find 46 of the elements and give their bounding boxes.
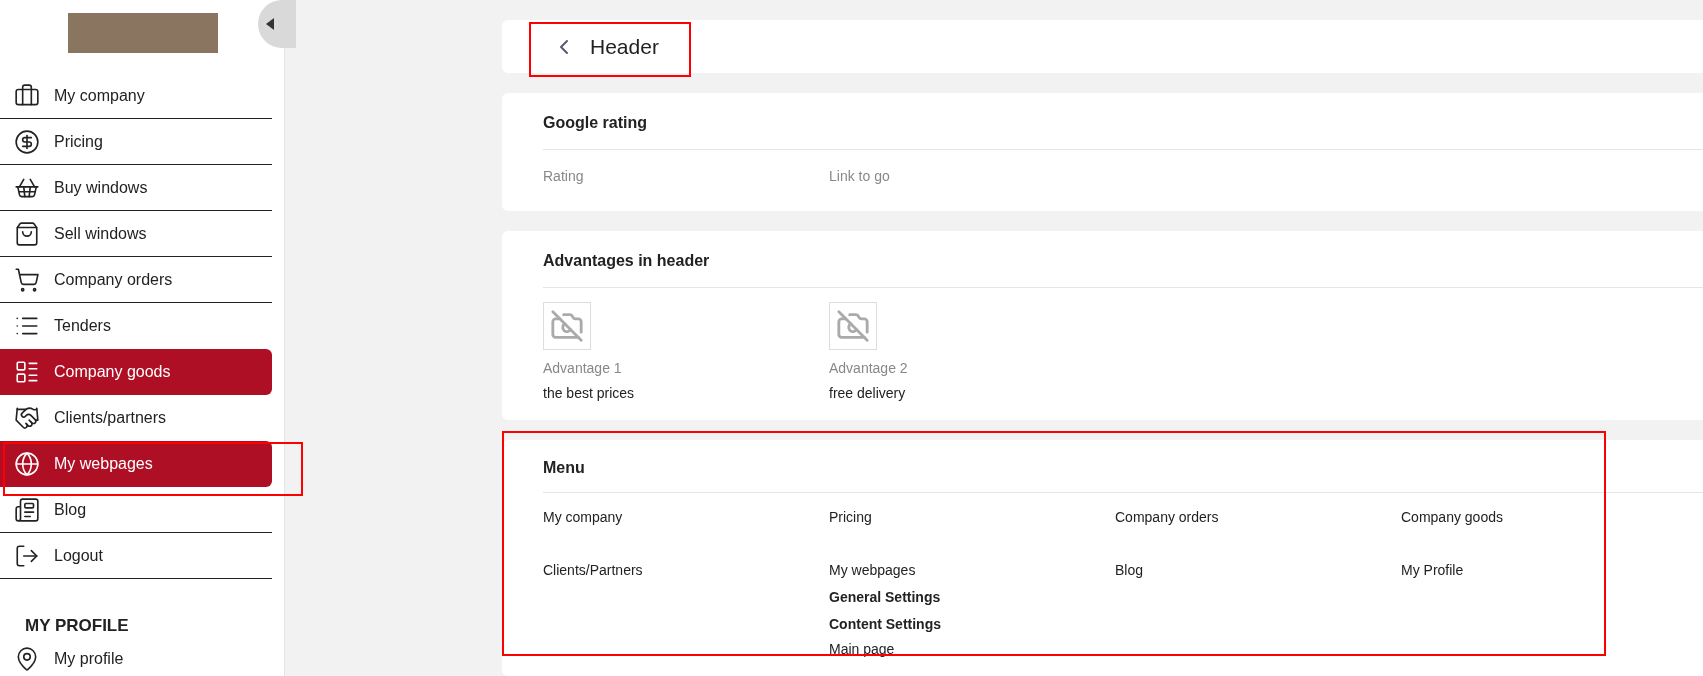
globe-icon bbox=[14, 451, 40, 477]
menu-link[interactable]: Pricing bbox=[829, 507, 1115, 528]
card-title: Advantages in header bbox=[543, 249, 1703, 288]
sidebar-item[interactable]: Company orders bbox=[0, 257, 272, 303]
dollar-icon bbox=[14, 128, 40, 155]
caret-left-icon bbox=[266, 18, 274, 30]
menu-heading: Content Settings bbox=[829, 615, 942, 634]
section-heading: MY PROFILE bbox=[25, 615, 130, 637]
sidebar-item[interactable]: My profile bbox=[0, 638, 284, 676]
card-title: Menu bbox=[543, 456, 1703, 493]
bag-icon bbox=[14, 220, 40, 247]
field-label: Rating bbox=[543, 167, 585, 186]
menu-link[interactable]: Company orders bbox=[1115, 507, 1401, 528]
sidebar-item[interactable]: Company goods bbox=[0, 349, 272, 395]
menu-link[interactable]: Company goods bbox=[1401, 507, 1687, 528]
sidebar-item[interactable]: Sell windows bbox=[0, 211, 272, 257]
newspaper-icon bbox=[14, 496, 40, 523]
collapse-button[interactable] bbox=[258, 0, 296, 48]
menu-link[interactable]: Main page bbox=[829, 639, 1115, 660]
handshake-icon bbox=[14, 405, 40, 431]
sidebar-item[interactable]: Clients/partners bbox=[0, 395, 272, 441]
card-title: Google rating bbox=[543, 111, 1703, 150]
menu-link[interactable]: Clients/Partners bbox=[543, 560, 829, 581]
menu-link[interactable]: My company bbox=[543, 507, 829, 528]
field-label: Advantage 1 bbox=[543, 359, 623, 378]
sidebar-item[interactable]: Pricing bbox=[0, 119, 272, 165]
sidebar-item[interactable]: Logout bbox=[0, 533, 272, 579]
sidebar-item[interactable]: Blog bbox=[0, 487, 272, 533]
sidebar-item[interactable]: My company bbox=[0, 73, 272, 119]
field-value: the best prices bbox=[543, 384, 636, 403]
list-layout-icon bbox=[14, 359, 40, 385]
field-label: Link to go bbox=[829, 167, 891, 186]
field-value: free delivery bbox=[829, 384, 907, 403]
no-image-icon bbox=[550, 309, 584, 343]
field-label: Advantage 2 bbox=[829, 359, 909, 378]
sidebar-item[interactable]: My webpages bbox=[0, 441, 272, 487]
sidebar-item[interactable]: Buy windows bbox=[0, 165, 272, 211]
menu-link[interactable]: Blog bbox=[1115, 560, 1401, 581]
no-image-icon bbox=[836, 309, 870, 343]
sidebar-item[interactable]: Tenders bbox=[0, 303, 272, 349]
logout-icon bbox=[14, 542, 40, 569]
menu-link[interactable]: My Profile bbox=[1401, 560, 1687, 581]
cart-icon bbox=[14, 266, 40, 293]
menu-heading: General Settings bbox=[829, 588, 942, 607]
menu-link[interactable]: My webpages bbox=[829, 560, 1115, 581]
page-title: Header bbox=[590, 33, 659, 60]
